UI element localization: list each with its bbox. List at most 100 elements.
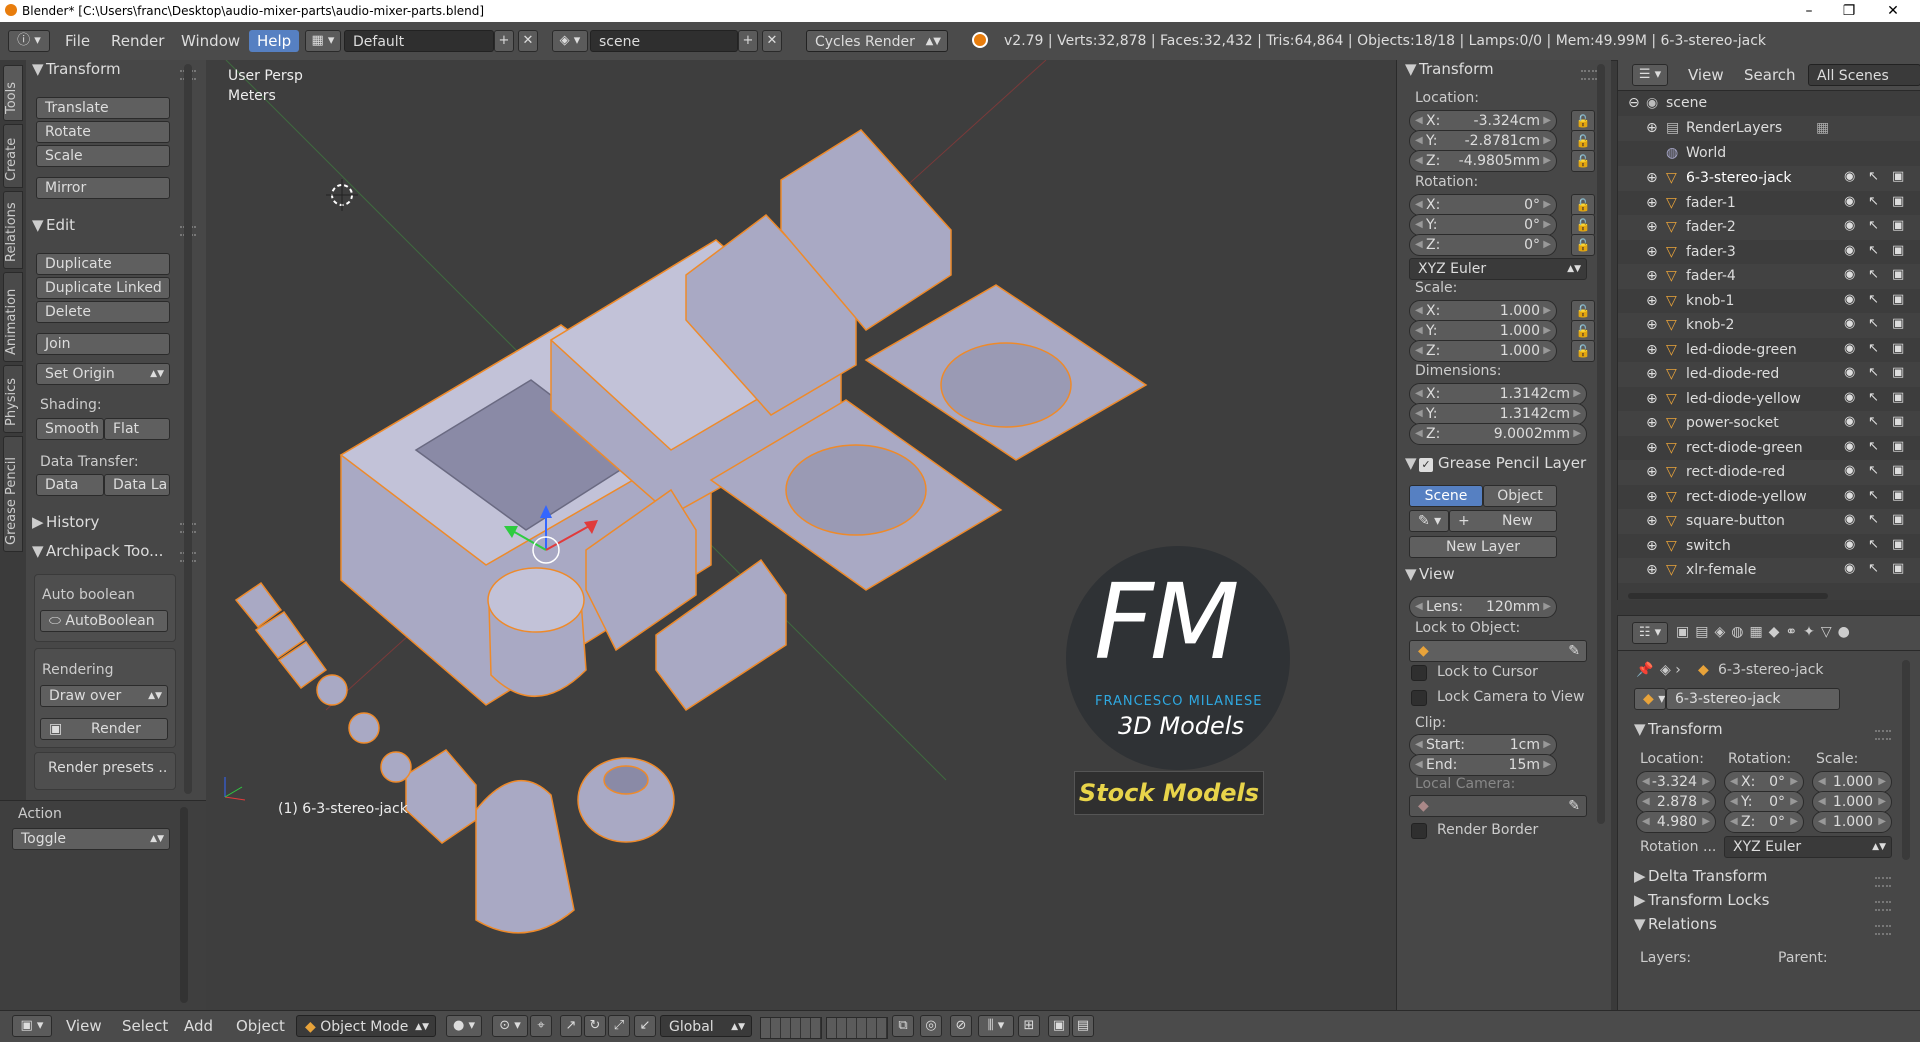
gp-object-button[interactable]: Object	[1483, 485, 1557, 507]
lock-loc-y-icon[interactable]: 🔓	[1571, 130, 1595, 152]
snap-target-icon[interactable]: ⊞	[1018, 1015, 1040, 1037]
flat-button[interactable]: Flat	[104, 418, 170, 440]
cursor-selectable-icon[interactable]: ↖	[1868, 316, 1879, 331]
expand-icon[interactable]: ⊕	[1646, 366, 1658, 382]
camera-renderable-icon[interactable]: ▣	[1892, 169, 1904, 184]
n-transform-header[interactable]: ▼ Transform	[1405, 60, 1494, 78]
delete-scene-icon[interactable]: ✕	[762, 30, 782, 52]
props-scale-y-field[interactable]: ◀ 1.000 ▶	[1812, 791, 1892, 813]
lock-scale-z-icon[interactable]: 🔓	[1571, 340, 1595, 362]
menu-render[interactable]: Render	[111, 32, 164, 50]
camera-renderable-icon[interactable]: ▣	[1892, 488, 1904, 503]
knob-2[interactable]	[475, 779, 575, 934]
panel-grip-icon[interactable]	[1581, 70, 1597, 80]
action-scrollbar[interactable]	[180, 807, 188, 1003]
outliner-row-object[interactable]: ⊕ ▽ fader-2 ◉ ↖ ▣	[1618, 215, 1920, 240]
cursor-selectable-icon[interactable]: ↖	[1868, 292, 1879, 307]
eyedropper-icon[interactable]: ✎	[1568, 641, 1580, 661]
menu-view[interactable]: View	[66, 1017, 102, 1035]
expand-icon[interactable]: ⊕	[1646, 562, 1658, 578]
lens-field[interactable]: ◀ Lens: 120mm ▶	[1409, 596, 1557, 618]
gp-scene-button[interactable]: Scene	[1409, 485, 1483, 507]
cursor-selectable-icon[interactable]: ↖	[1868, 463, 1879, 478]
eye-visibility-icon[interactable]: ◉	[1844, 341, 1855, 356]
object-mode-select[interactable]: ◆ Object Mode ▲▼	[296, 1015, 436, 1037]
cursor-selectable-icon[interactable]: ↖	[1868, 169, 1879, 184]
cursor-selectable-icon[interactable]: ↖	[1868, 488, 1879, 503]
location-z-field[interactable]: ◀ Z: -4.9805mm ▶	[1409, 150, 1557, 172]
props-scale-x-field[interactable]: ◀ 1.000 ▶	[1812, 771, 1892, 793]
translate-button[interactable]: Translate	[36, 97, 170, 119]
outliner-row-object[interactable]: ⊕ ▽ led-diode-green ◉ ↖ ▣	[1618, 338, 1920, 363]
snap-manipulator-icon[interactable]: ↙	[634, 1015, 656, 1037]
outliner-row-object[interactable]: ⊕ ▽ knob-1 ◉ ↖ ▣	[1618, 289, 1920, 314]
lock-loc-x-icon[interactable]: 🔓	[1571, 110, 1595, 132]
camera-renderable-icon[interactable]: ▣	[1892, 463, 1904, 478]
cursor-selectable-icon[interactable]: ↖	[1868, 390, 1879, 405]
tab-relations[interactable]: Relations	[3, 191, 23, 269]
layer-buttons-group-2[interactable]	[826, 1017, 888, 1039]
outliner-editor-type-icon[interactable]: ☰ ▾	[1632, 64, 1668, 86]
eye-visibility-icon[interactable]: ◉	[1844, 561, 1855, 576]
tab-tools[interactable]: Tools	[3, 65, 23, 121]
gp-new-layer-button[interactable]: New Layer	[1409, 536, 1557, 558]
led-diode-1[interactable]	[316, 674, 348, 706]
draw-over-select[interactable]: Draw over ▲▼	[40, 685, 168, 707]
props-loc-z-field[interactable]: ◀ 4.980 ▶	[1636, 811, 1716, 833]
eye-visibility-icon[interactable]: ◉	[1844, 537, 1855, 552]
props-loc-x-field[interactable]: ◀ -3.324 ▶	[1636, 771, 1716, 793]
panel-grip-icon[interactable]	[1875, 730, 1891, 740]
render-button[interactable]: ▣ Render	[40, 718, 168, 740]
duplicate-button[interactable]: Duplicate	[36, 253, 170, 275]
local-camera-field[interactable]: ◆ ✎	[1409, 795, 1587, 817]
expand-icon[interactable]: ⊕	[1646, 195, 1658, 211]
camera-renderable-icon[interactable]: ▣	[1892, 218, 1904, 233]
eye-visibility-icon[interactable]: ◉	[1844, 316, 1855, 331]
menu-object[interactable]: Object	[236, 1017, 285, 1035]
eye-visibility-icon[interactable]: ◉	[1844, 243, 1855, 258]
expand-icon[interactable]: ⊕	[1646, 244, 1658, 260]
props-rot-z-field[interactable]: ◀ Z: 0° ▶	[1724, 811, 1804, 833]
outliner-row-world[interactable]: ◍ World	[1618, 141, 1920, 166]
expand-icon[interactable]: ⊕	[1646, 268, 1658, 284]
outliner-filter-select[interactable]: All Scenes	[1808, 64, 1920, 86]
outliner-search-menu[interactable]: Search	[1744, 66, 1796, 84]
close-button[interactable]: ✕	[1870, 0, 1916, 22]
props-loc-y-field[interactable]: ◀ 2.878 ▶	[1636, 791, 1716, 813]
3d-viewport[interactable]: User Persp Meters (1) 6-3-stereo-jack FM…	[206, 60, 1396, 1010]
outliner-row-object[interactable]: ⊕ ▽ switch ◉ ↖ ▣	[1618, 534, 1920, 559]
expand-icon[interactable]: ⊕	[1646, 120, 1658, 136]
layer-buttons-group-1[interactable]	[760, 1017, 822, 1039]
eye-visibility-icon[interactable]: ◉	[1844, 512, 1855, 527]
menu-file[interactable]: File	[65, 32, 90, 50]
editor-type-info-icon[interactable]: ⓘ ▾	[8, 30, 50, 52]
lock-rot-y-icon[interactable]: 🔓	[1571, 214, 1595, 236]
cursor-selectable-icon[interactable]: ↖	[1868, 414, 1879, 429]
eye-visibility-icon[interactable]: ◉	[1844, 267, 1855, 282]
history-panel-header[interactable]: ▶ History	[32, 513, 99, 531]
gp-new-button[interactable]: + New	[1449, 510, 1557, 532]
outliner-row-object[interactable]: ⊕ ▽ square-button ◉ ↖ ▣	[1618, 509, 1920, 534]
mirror-button[interactable]: Mirror	[36, 177, 170, 199]
viewport-editor-type-icon[interactable]: ▣ ▾	[12, 1015, 52, 1037]
expand-icon[interactable]: ⊕	[1646, 538, 1658, 554]
camera-renderable-icon[interactable]: ▣	[1892, 316, 1904, 331]
properties-context-tabs[interactable]: ▣▤◈◍▦◆⚭✦▽●	[1676, 624, 1856, 640]
render-engine-select[interactable]: Cycles Render ▲▼	[806, 30, 948, 52]
outliner-row-object[interactable]: ⊕ ▽ knob-2 ◉ ↖ ▣	[1618, 313, 1920, 338]
manipulator-toggle-icon[interactable]: ⌖	[530, 1015, 552, 1037]
render-presets-button[interactable]: Render presets ...	[40, 758, 168, 780]
cursor-selectable-icon[interactable]: ↖	[1868, 194, 1879, 209]
delete-button[interactable]: Delete	[36, 301, 170, 323]
rotation-x-field[interactable]: ◀ X: 0° ▶	[1409, 194, 1557, 216]
properties-scrollbar[interactable]	[1902, 660, 1910, 860]
props-scale-z-field[interactable]: ◀ 1.000 ▶	[1812, 811, 1892, 833]
proportional-edit-icon[interactable]: ◎	[920, 1015, 942, 1037]
object-browse-icon[interactable]: ◆ ▾	[1634, 688, 1666, 710]
render-preview-icon[interactable]: ▣	[1048, 1015, 1070, 1037]
screen-layout-field[interactable]: Default	[344, 30, 494, 52]
scene-field[interactable]: scene	[590, 30, 738, 52]
expand-icon[interactable]: ⊕	[1646, 317, 1658, 333]
expand-icon[interactable]: ⊕	[1646, 219, 1658, 235]
eye-visibility-icon[interactable]: ◉	[1844, 169, 1855, 184]
